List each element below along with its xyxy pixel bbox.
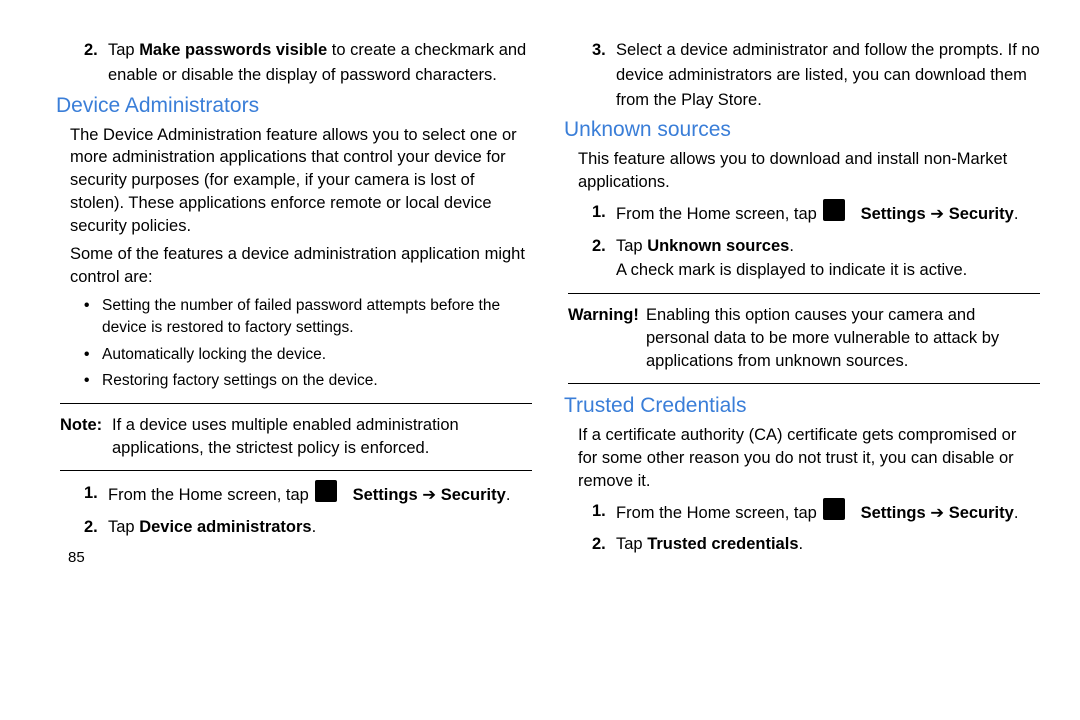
list-item: 2. Tap Unknown sources. A check mark is … <box>592 234 1040 284</box>
body-text: If a certificate authority (CA) certific… <box>578 424 1040 492</box>
list-item: 3. Select a device administrator and fol… <box>592 38 1040 112</box>
heading-trusted-credentials: Trusted Credentials <box>564 394 1040 418</box>
right-column: 3. Select a device administrator and fol… <box>568 32 1040 566</box>
unknown-sources-steps: 1. From the Home screen, tap Settings ➔ … <box>592 200 1040 283</box>
page-number: 85 <box>68 549 532 566</box>
heading-unknown-sources: Unknown sources <box>564 118 1040 142</box>
list-item: 2. Tap Device administrators. <box>84 515 532 540</box>
note-text: If a device uses multiple enabled admini… <box>112 414 532 460</box>
body-text: This feature allows you to download and … <box>578 148 1040 194</box>
trusted-credentials-steps: 1. From the Home screen, tap Settings ➔ … <box>592 499 1040 558</box>
apps-grid-icon <box>823 498 845 528</box>
divider <box>568 293 1040 294</box>
warning-text: Enabling this option causes your camera … <box>646 304 1040 373</box>
feature-bullets: Setting the number of failed password at… <box>84 295 532 393</box>
apps-grid-icon <box>823 199 845 229</box>
divider <box>568 383 1040 384</box>
manual-page: 2. Tap Make passwords visible to create … <box>0 0 1080 586</box>
warning-label: Warning! <box>568 304 646 373</box>
body-text: The Device Administration feature allows… <box>70 124 532 238</box>
list-item: Automatically locking the device. <box>84 344 532 366</box>
warning-block: Warning! Enabling this option causes you… <box>568 304 1040 373</box>
note-block: Note: If a device uses multiple enabled … <box>60 414 532 460</box>
list-item: Restoring factory settings on the device… <box>84 370 532 392</box>
heading-device-administrators: Device Administrators <box>56 94 532 118</box>
left-column: 2. Tap Make passwords visible to create … <box>60 32 532 566</box>
apps-grid-icon <box>315 480 337 510</box>
passwords-steps-continued: 2. Tap Make passwords visible to create … <box>84 38 532 88</box>
list-item: 2. Tap Trusted credentials. <box>592 532 1040 557</box>
list-item: 1. From the Home screen, tap Settings ➔ … <box>592 499 1040 529</box>
list-item: 1. From the Home screen, tap Settings ➔ … <box>592 200 1040 230</box>
divider <box>60 403 532 404</box>
note-label: Note: <box>60 414 112 460</box>
list-item: 1. From the Home screen, tap Settings ➔ … <box>84 481 532 511</box>
list-item: Setting the number of failed password at… <box>84 295 532 340</box>
device-admin-steps: 1. From the Home screen, tap Settings ➔ … <box>84 481 532 540</box>
device-admin-steps-continued: 3. Select a device administrator and fol… <box>592 38 1040 112</box>
body-text: Some of the features a device administra… <box>70 243 532 289</box>
divider <box>60 470 532 471</box>
list-item: 2. Tap Make passwords visible to create … <box>84 38 532 88</box>
